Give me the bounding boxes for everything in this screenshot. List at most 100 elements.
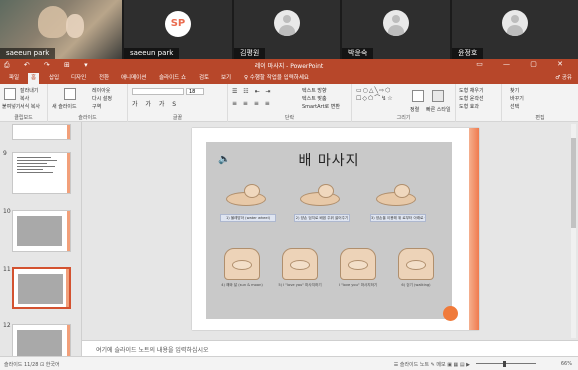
massage-step: I "love you" 마사지하기 [330,248,386,288]
slide-accent-bar [469,128,479,330]
font-name-box[interactable] [132,88,184,95]
status-bar: 슬라이드 11/28 ⊡ 한국어 ☰ 슬라이드 노트 ✎ 메모 ▣ ▦ ▤ ▶ … [0,356,578,370]
slide-number: 9 [3,150,7,157]
group-font: 18 가 가 가 S 글꼴 [128,84,228,122]
zoom-slider-knob[interactable] [503,361,506,367]
participant-video-strip: saeeun park SP saeeun park 김평원 박윤숙 윤정호 [0,0,578,59]
slide-thumbnail-11-selected[interactable] [12,267,71,309]
shapes-gallery[interactable]: ▭○△╲⇨⬡ ☐◇⬠⌒↯☆ [356,87,408,111]
baby-illustration [214,248,270,282]
massage-step: 6) 걷기 (walking) [388,248,444,288]
tab-review[interactable]: 검토 [196,73,212,84]
group-paragraph: ☰ ☷ ⇤ ⇥ ≡ ≡ ≡ ≡ 텍스트 방향 텍스트 맞춤 SmartArt로 … [228,84,352,122]
group-clipboard: 붙여넣기 잘라내기 복사 서식 복사 클립보드 [0,84,48,122]
paste-button[interactable]: 붙여넣기 [2,103,20,110]
smartart-button[interactable]: SmartArt로 변환 [302,103,340,110]
select-button[interactable]: 선택 [510,103,519,110]
cut-button[interactable]: 잘라내기 [20,87,38,94]
shape-effects-button[interactable]: 도형 효과 [459,103,479,110]
step-caption: 4) 해와 달 (sun & moon) [221,283,263,287]
tab-file[interactable]: 파일 [6,73,22,84]
slide-thumbnail-9[interactable] [12,152,71,194]
slide-editing-area: 🔈 배 마사지 1) 물레방아 (water wheel) 2) 양손 엄지로 … [82,122,578,356]
thumbnail-text-lines [17,157,57,175]
zoom-powerpoint-screenshot: saeeun park SP saeeun park 김평원 박윤숙 윤정호 ⎙… [0,0,578,370]
workspace: 9 10 11 12 🔈 배 마사지 1) 물레방아 (water wheel)… [0,122,578,366]
text-direction-button[interactable]: 텍스트 방향 [302,87,327,94]
shape-outline-button[interactable]: 도형 윤곽선 [459,95,484,102]
scrollbar-thumb[interactable] [571,138,576,228]
arrange-icon [412,90,424,102]
new-slide-icon [64,88,76,100]
slide-number: 10 [3,208,11,215]
list-buttons[interactable]: ☰ ☷ ⇤ ⇥ [232,88,273,95]
tab-slideshow[interactable]: 슬라이드 쇼 [156,73,189,84]
massage-step: 5) I "love you" 마사지하기 [272,248,328,288]
share-button[interactable]: ♂ 공유 [555,73,572,84]
group-label: 그리기 [396,115,411,121]
align-buttons[interactable]: ≡ ≡ ≡ ≡ [232,100,272,107]
zoom-slider[interactable] [476,363,536,364]
window-controls[interactable]: ▭ — ▢ ✕ [476,60,572,68]
participant-tile-camera[interactable]: saeeun park [0,0,122,59]
user-avatar-icon [383,10,409,36]
tab-animations[interactable]: 애니메이션 [118,73,149,84]
massage-step: 4) 해와 달 (sun & moon) [214,248,270,288]
step-caption: 3) 양손을 이용해 위 로부터 아래로 쓸어주기 [370,214,426,222]
slide-thumbnail-10[interactable] [12,210,71,252]
vertical-scrollbar[interactable] [571,124,576,338]
group-drawing: ▭○△╲⇨⬡ ☐◇⬠⌒↯☆ 정렬 빠른 스타일 그리기 [352,84,456,122]
copy-button[interactable]: 복사 [20,95,29,102]
tab-insert[interactable]: 삽입 [46,73,62,84]
participant-tile-initials[interactable]: SP saeeun park [124,0,232,59]
thumbnail-image [18,274,63,304]
new-slide-button[interactable]: 새 슬라이드 [52,103,77,110]
massage-step: 1) 물레방아 (water wheel) [220,182,276,222]
status-view-buttons[interactable]: ☰ 슬라이드 노트 ✎ 메모 ▣ ▦ ▤ ▶ [394,361,470,368]
notes-pane[interactable]: 여기에 슬라이드 노트의 내용을 입력하십시오 [82,340,578,356]
tab-home[interactable]: 홈 [28,73,40,84]
participant-tile-parkyunsook[interactable]: 박윤숙 [342,0,450,59]
tab-design[interactable]: 디자인 [68,73,89,84]
massage-diagram-image[interactable]: 🔈 배 마사지 1) 물레방아 (water wheel) 2) 양손 엄지로 … [206,142,452,319]
participant-name: 김평원 [234,48,266,59]
tab-view[interactable]: 보기 [218,73,234,84]
section-button[interactable]: 구역 [92,103,101,110]
slide-thumbnail-8[interactable] [12,124,71,140]
align-text-button[interactable]: 텍스트 맞춤 [302,95,327,102]
font-size-box[interactable]: 18 [186,88,204,95]
tell-me-search[interactable]: ♀ 수행할 작업을 입력하세요 [244,73,309,84]
initials-avatar: SP [165,11,191,37]
slide-number: 11 [3,266,11,273]
group-label: 글꼴 [172,115,183,121]
arrange-button[interactable]: 정렬 [410,106,419,113]
replace-button[interactable]: 바꾸기 [510,95,524,102]
slide-thumbnail-pane[interactable]: 9 10 11 12 [0,122,82,366]
notes-placeholder[interactable]: 여기에 슬라이드 노트의 내용을 입력하십시오 [96,345,209,354]
shape-fill-button[interactable]: 도형 채우기 [459,87,484,94]
find-button[interactable]: 찾기 [510,87,519,94]
tab-transitions[interactable]: 전환 [96,73,112,84]
slide-number: 12 [3,322,11,329]
thumbnail-image [17,216,62,246]
zoom-level[interactable]: 66% [561,361,572,367]
layout-button[interactable]: 레이아웃 [92,87,110,94]
reset-button[interactable]: 다시 설정 [92,95,112,102]
group-label: 클립보드 [14,115,33,121]
quick-styles-button[interactable]: 빠른 스타일 [426,106,451,113]
slide-title: 배 마사지 [298,153,360,169]
group-label: 단락 [284,115,295,121]
step-caption: 1) 물레방아 (water wheel) [220,214,276,222]
baby-illustration [294,182,350,212]
participant-tile-kimpyeongwon[interactable]: 김평원 [234,0,340,59]
current-slide[interactable]: 🔈 배 마사지 1) 물레방아 (water wheel) 2) 양손 엄지로 … [192,128,479,330]
group-label: 슬라이드 [78,115,97,121]
participant-tile-yoonjeongho[interactable]: 윤정호 [452,0,578,59]
format-painter-button[interactable]: 서식 복사 [20,103,40,110]
step-caption: 6) 걷기 (walking) [401,283,431,287]
group-shape-format: 도형 채우기 도형 윤곽선 도형 효과 [456,84,502,122]
massage-step: 2) 양손 엄지로 배꼽 주위 쓸어주기 [294,182,350,222]
font-format-buttons[interactable]: 가 가 가 S [132,99,179,108]
participant-name: saeeun park [124,48,180,59]
baby-illustration [220,182,276,212]
